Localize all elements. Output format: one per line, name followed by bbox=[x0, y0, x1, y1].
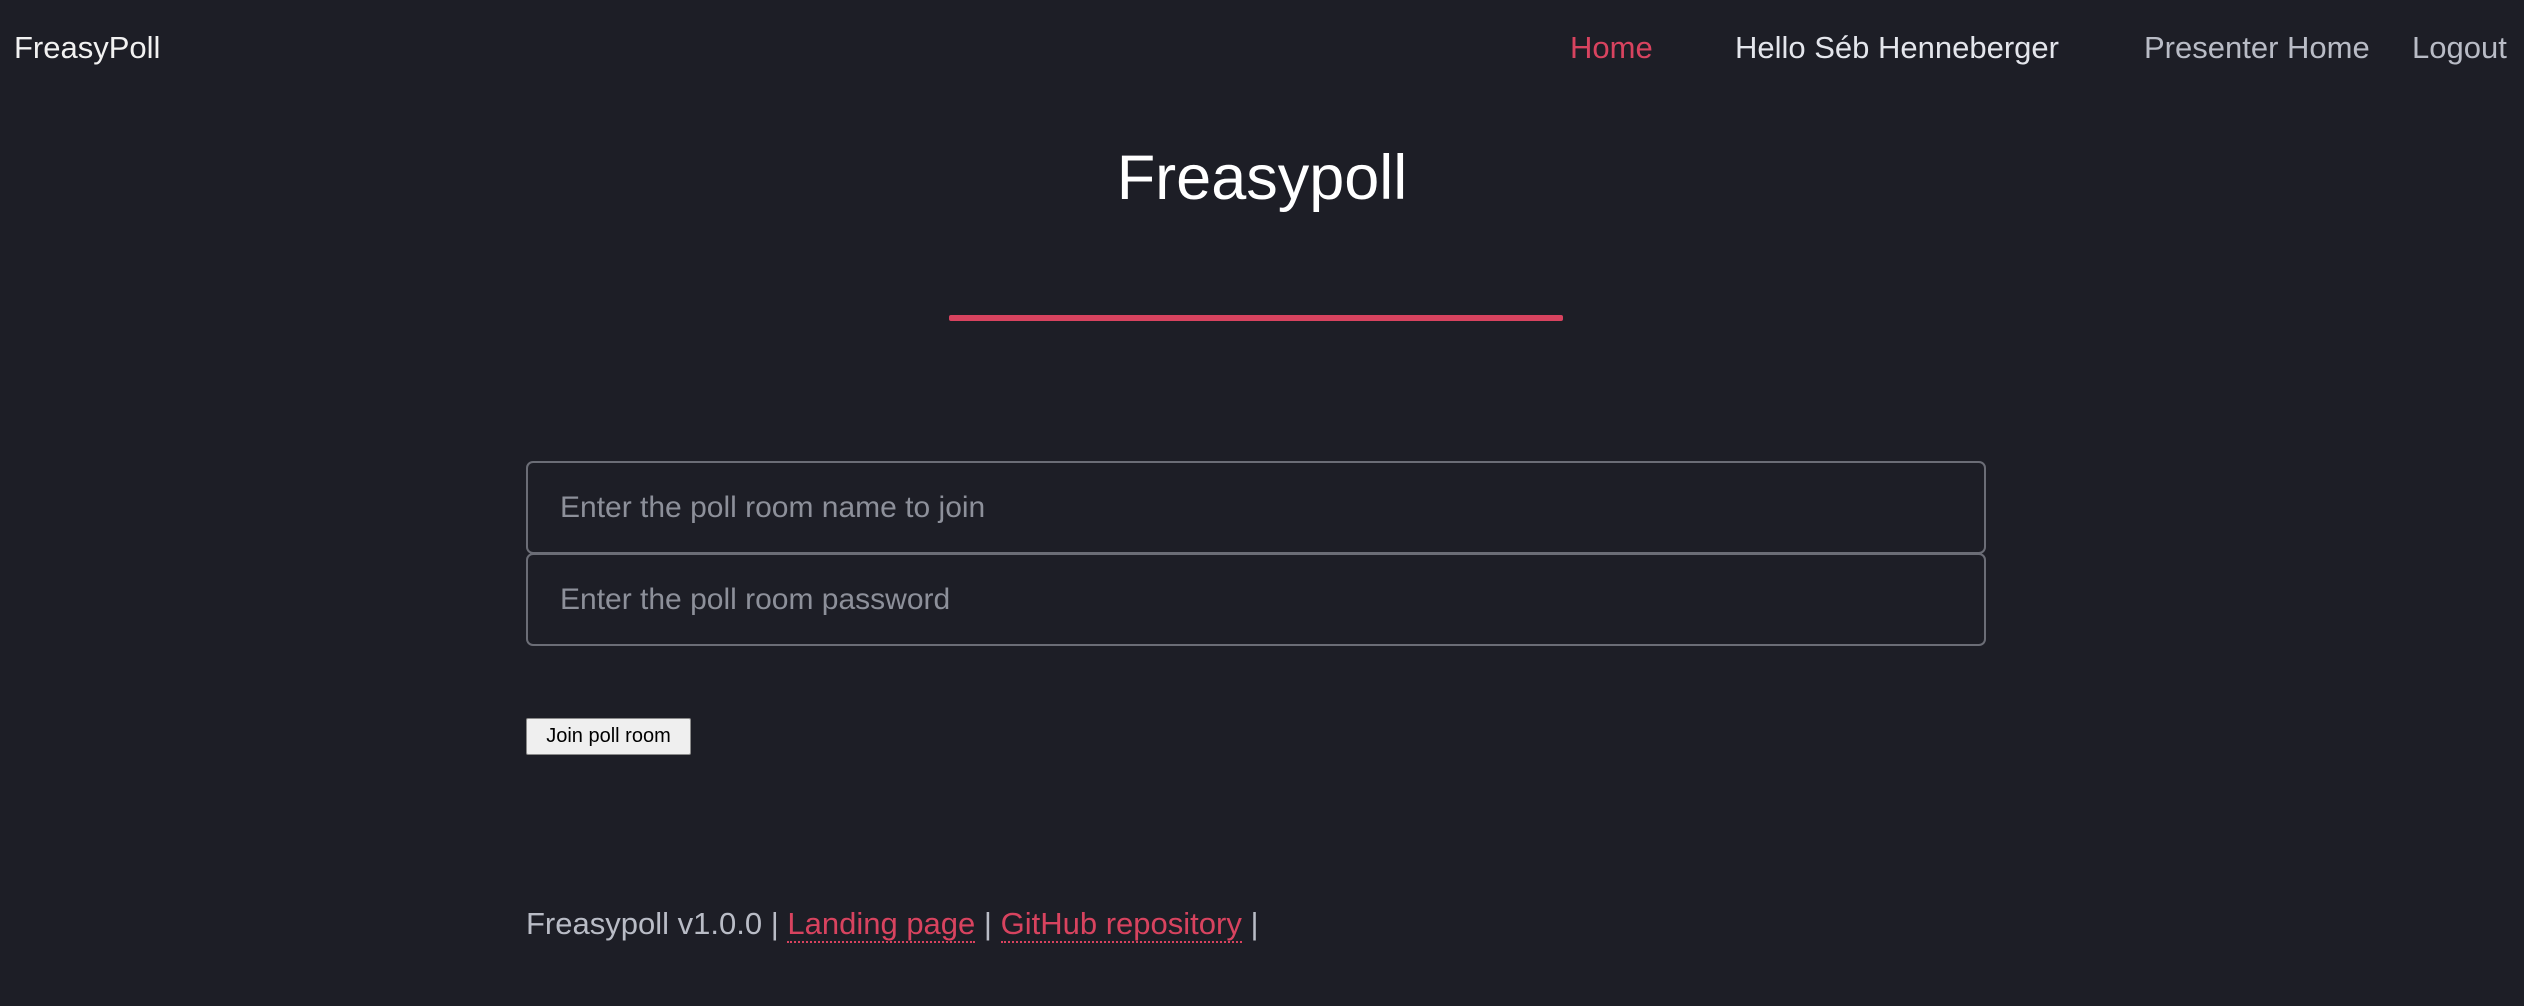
nav-presenter-home-link[interactable]: Presenter Home bbox=[2144, 28, 2370, 68]
title-divider bbox=[949, 315, 1563, 321]
room-name-input[interactable] bbox=[526, 461, 1986, 554]
nav-home-link[interactable]: Home bbox=[1570, 28, 1653, 68]
room-password-input[interactable] bbox=[526, 553, 1986, 646]
join-room-button[interactable]: Join poll room bbox=[526, 718, 691, 755]
navbar: FreasyPoll Home Hello Séb Henneberger Pr… bbox=[0, 0, 2524, 96]
footer-separator: | bbox=[983, 906, 992, 941]
page-title: Freasypoll bbox=[1116, 143, 1408, 213]
github-repository-link[interactable]: GitHub repository bbox=[1000, 906, 1242, 943]
nav-logout-link[interactable]: Logout bbox=[2412, 28, 2507, 68]
landing-page-link[interactable]: Landing page bbox=[787, 906, 976, 943]
footer-separator: | bbox=[770, 906, 779, 941]
user-greeting: Hello Séb Henneberger bbox=[1735, 30, 2059, 65]
footer: Freasypoll v1.0.0 | Landing page | GitHu… bbox=[526, 904, 1259, 944]
brand-link[interactable]: FreasyPoll bbox=[14, 28, 160, 68]
footer-separator: | bbox=[1250, 906, 1259, 941]
footer-version: Freasypoll v1.0.0 bbox=[526, 906, 763, 941]
